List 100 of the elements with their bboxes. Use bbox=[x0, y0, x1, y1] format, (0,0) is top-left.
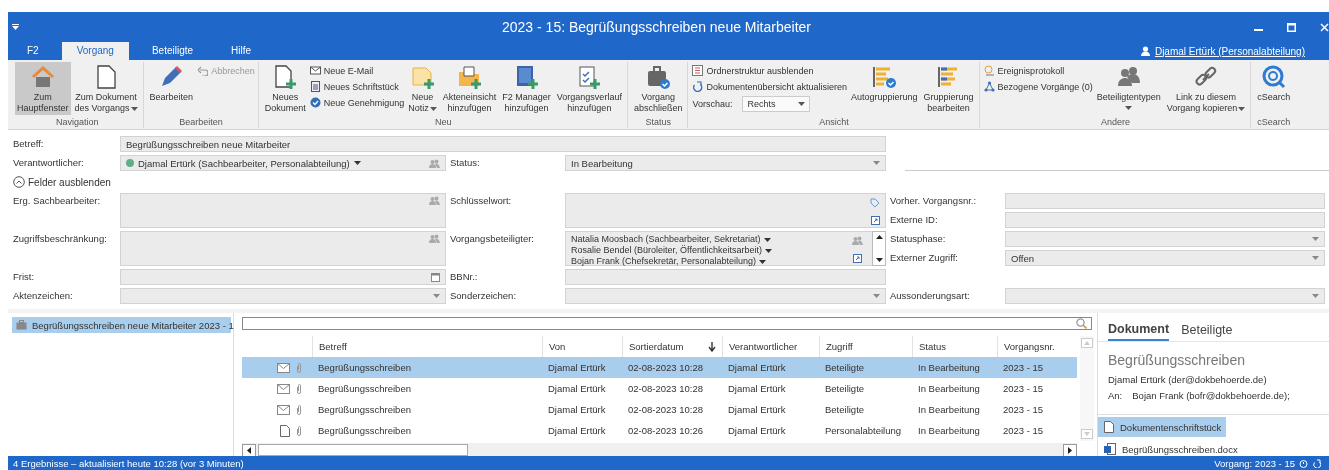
scrollbar[interactable] bbox=[242, 443, 1077, 457]
participant-entry[interactable]: Rosalie Bendel (Büroleiter, Öffentlichkeitsarbeit) bbox=[571, 245, 762, 256]
table-row[interactable]: Begrüßungsschreiben Djamal Ertürk 02-08-2023 10:28 Djamal Ertürk Beteiligte In Bearbeitung 2023 - 15 bbox=[242, 399, 1077, 420]
ribbon-button[interactable]: Neues Dokument bbox=[262, 62, 308, 115]
page-icon bbox=[280, 424, 290, 437]
search-field[interactable] bbox=[242, 317, 1092, 330]
table-row[interactable]: Begrüßungsschreiben Djamal Ertürk 02-08-2023 10:28 Djamal Ertürk Beteiligte In Bearbeitung 2023 - 15 bbox=[242, 378, 1077, 399]
group-label: Ansicht bbox=[819, 116, 849, 128]
ribbon-tab[interactable]: Hilfe bbox=[216, 42, 267, 60]
ribbon-button[interactable]: Neue Genehmigung bbox=[309, 96, 405, 109]
ribbon-button[interactable]: Vorgangsverlauf hinzufügen bbox=[554, 62, 624, 115]
page-icon bbox=[1104, 421, 1114, 433]
ribbon-button[interactable]: cSearch bbox=[1255, 62, 1293, 115]
field-label: Status: bbox=[450, 156, 481, 170]
attachment-item[interactable]: Begrüßungsschreiben.docx bbox=[1098, 439, 1244, 459]
table-cell: Djamal Ertürk bbox=[728, 383, 786, 394]
refresh-icon bbox=[692, 81, 704, 92]
date-field[interactable] bbox=[120, 269, 446, 285]
preview-tab[interactable]: Beteiligte bbox=[1181, 319, 1233, 341]
keyword-field[interactable] bbox=[565, 193, 886, 228]
people-field[interactable] bbox=[120, 193, 446, 228]
ribbon-button[interactable]: Ordnerstruktur ausblenden bbox=[692, 64, 847, 77]
dropdown-arrow-icon[interactable] bbox=[1312, 256, 1319, 260]
text-field[interactable] bbox=[1005, 193, 1325, 209]
caret-icon bbox=[798, 102, 806, 106]
dropdown-field[interactable] bbox=[120, 288, 446, 304]
group-label: Status bbox=[645, 116, 671, 128]
ribbon-button[interactable]: Zum Dokument des Vorgangs bbox=[72, 62, 140, 115]
dropdown-field[interactable]: Offen bbox=[1005, 250, 1325, 266]
scrollbar[interactable] bbox=[872, 231, 886, 266]
dropdown-arrow-icon[interactable] bbox=[1312, 294, 1319, 298]
ribbon-button[interactable]: Gruppierung bearbeiten bbox=[921, 62, 976, 115]
ribbon-button[interactable]: Akteneinsicht hinzufügen bbox=[440, 62, 499, 115]
field-label: Erg. Sachbearbeiter: bbox=[13, 194, 102, 208]
ribbon-button[interactable]: Neue Notiz bbox=[406, 62, 439, 115]
dropdown-arrow-icon[interactable] bbox=[1312, 237, 1319, 241]
group-label: Neu bbox=[435, 116, 452, 128]
participant-entry[interactable]: Bojan Frank (Chefsekretär, Personalabteilung) bbox=[571, 256, 757, 267]
caret-icon bbox=[353, 161, 361, 165]
ribbon-button[interactable]: Bezogene Vorgänge (0) bbox=[983, 80, 1093, 93]
ribbon-button[interactable]: Dokumentenübersicht aktualisieren bbox=[692, 80, 847, 93]
attachment-item[interactable]: Dokumentenschriftstück bbox=[1098, 417, 1226, 437]
envelope-icon bbox=[309, 65, 321, 76]
tag-icon[interactable] bbox=[870, 198, 880, 208]
preview-dropdown[interactable]: Rechts bbox=[742, 96, 811, 112]
paperclip-icon bbox=[296, 361, 302, 374]
ribbon-tab[interactable]: Beteiligte bbox=[136, 42, 209, 60]
preview-tab[interactable]: Dokument bbox=[1108, 319, 1170, 341]
field-label: Frist: bbox=[13, 270, 36, 284]
page-plus-icon bbox=[272, 64, 299, 90]
dropdown-arrow-icon[interactable] bbox=[433, 294, 440, 298]
timer-icon[interactable] bbox=[1299, 458, 1308, 468]
text-field[interactable] bbox=[1005, 212, 1325, 228]
close-icon[interactable] bbox=[1320, 22, 1329, 32]
field-label: Externe ID: bbox=[890, 213, 939, 227]
scroll-right-icon[interactable] bbox=[1068, 446, 1072, 454]
search-icon bbox=[1076, 318, 1087, 329]
text-field[interactable] bbox=[565, 269, 886, 285]
ribbon-button[interactable]: Vorgang abschließen bbox=[631, 62, 685, 115]
people-field[interactable] bbox=[120, 231, 446, 266]
open-link-icon[interactable] bbox=[870, 216, 880, 225]
table-cell: Djamal Ertürk bbox=[548, 404, 606, 415]
scroll-down-icon[interactable] bbox=[875, 258, 883, 262]
ribbon-tab[interactable]: F2 bbox=[12, 42, 54, 60]
ribbon-button[interactable]: F2 Manager hinzufügen bbox=[500, 62, 553, 115]
table-row[interactable]: Begrüßungsschreiben Djamal Ertürk 02-08-2023 10:26 Djamal Ertürk Personalabteilung In Bearbeitung 2023 - 15 bbox=[242, 420, 1077, 441]
participants-field[interactable]: Natalia Moosbach (Sachbearbeiter, Sekretariat) Rosalie Bendel (Büroleiter, Öffentlichkeitsarbeit) Bojan Frank (Chefsekretär, Personalabteilung) bbox=[565, 231, 886, 266]
quick-access-icon[interactable] bbox=[12, 24, 19, 30]
calendar-icon[interactable] bbox=[431, 272, 440, 282]
ribbon-button[interactable]: Beteiligtentypen bbox=[1094, 62, 1163, 115]
responsible-field[interactable]: Djamal Ertürk (Sachbearbeiter, Personalabteilung) bbox=[120, 155, 446, 171]
ribbon-button[interactable]: Neues Schriftstück bbox=[309, 80, 405, 93]
ribbon-button[interactable]: Neue E-Mail bbox=[309, 64, 405, 77]
ribbon-button[interactable]: Link zu diesem Vorgang kopieren bbox=[1164, 62, 1248, 115]
ribbon-button[interactable]: Zum Hauptfenster bbox=[15, 62, 71, 115]
dropdown-field[interactable] bbox=[1005, 231, 1325, 247]
table-cell: 02-08-2023 10:28 bbox=[628, 383, 703, 394]
scroll-up-icon[interactable] bbox=[875, 235, 883, 239]
refresh-icon[interactable] bbox=[1312, 458, 1321, 468]
ribbon-button[interactable]: Autogruppierung bbox=[849, 62, 920, 115]
status-dropdown[interactable]: In Bearbeitung bbox=[565, 155, 886, 171]
field-label: Verantwortlicher: bbox=[13, 156, 85, 170]
participant-entry[interactable]: Natalia Moosbach (Sachbearbeiter, Sekretariat) bbox=[571, 234, 761, 245]
group-label: cSearch bbox=[1257, 116, 1291, 128]
dropdown-field[interactable] bbox=[1005, 288, 1325, 304]
ribbon-button[interactable]: Bearbeiten bbox=[147, 62, 196, 115]
table-row[interactable]: Begrüßungsschreiben Djamal Ertürk 02-08-2023 10:28 Djamal Ertürk Beteiligte In Bearbeitung 2023 - 15 bbox=[242, 357, 1077, 378]
dropdown-arrow-icon[interactable] bbox=[873, 161, 880, 165]
table-cell: Djamal Ertürk bbox=[548, 425, 606, 436]
dropdown-field[interactable] bbox=[565, 288, 886, 304]
dropdown-arrow-icon[interactable] bbox=[873, 294, 880, 298]
house-icon bbox=[29, 64, 56, 90]
ribbon-button[interactable]: Ereignisprotokoll bbox=[983, 64, 1093, 77]
maximize-icon[interactable] bbox=[1287, 22, 1296, 32]
ribbon-tab[interactable]: Vorgang bbox=[61, 42, 129, 60]
user-link[interactable]: Djamal Ertürk (Personalabteilung) bbox=[1154, 45, 1305, 57]
open-link-icon[interactable] bbox=[853, 254, 862, 263]
subject-field[interactable]: Begrüßungsschreiben neue Mitarbeiter bbox=[120, 136, 886, 152]
scroll-left-icon[interactable] bbox=[247, 446, 251, 454]
toggle-fields-button[interactable]: Felder ausblenden bbox=[13, 174, 111, 190]
